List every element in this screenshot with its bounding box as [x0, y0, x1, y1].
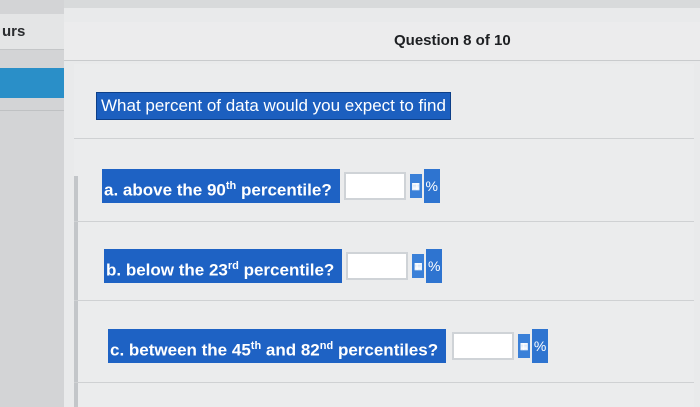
question-panel: What percent of data would you expect to…	[74, 64, 694, 407]
main-content: Question 8 of 10 What percent of data wo…	[64, 8, 700, 407]
part-c-unit: %	[532, 329, 549, 363]
question-counter: Question 8 of 10	[394, 32, 511, 49]
part-b-label: b. below the 23rd percentile?	[104, 249, 343, 283]
question-prompt: What percent of data would you expect to…	[96, 92, 451, 120]
part-b: b. below the 23rd percentile? ▦ %	[104, 249, 443, 283]
part-c: c. between the 45th and 82nd percentiles…	[108, 329, 549, 363]
part-a: a. above the 90th percentile? ▦ %	[102, 169, 440, 203]
sidebar-title: urs	[0, 14, 64, 50]
part-c-answer-input[interactable]	[452, 332, 515, 360]
sidebar: urs	[0, 0, 64, 407]
part-c-label: c. between the 45th and 82nd percentiles…	[108, 329, 447, 363]
divider	[74, 138, 694, 139]
divider	[74, 382, 694, 383]
math-input-icon[interactable]: ▦	[412, 254, 425, 278]
sidebar-divider	[0, 110, 64, 111]
sidebar-active-item[interactable]	[0, 68, 64, 98]
question-header: Question 8 of 10	[64, 22, 700, 61]
part-b-unit: %	[426, 249, 443, 283]
part-b-answer-input[interactable]	[346, 252, 409, 280]
part-a-label: a. above the 90th percentile?	[102, 169, 340, 203]
divider	[74, 300, 694, 301]
divider	[74, 221, 694, 222]
part-a-answer-input[interactable]	[343, 172, 406, 200]
math-input-icon[interactable]: ▦	[409, 174, 422, 198]
part-a-unit: %	[423, 169, 440, 203]
math-input-icon[interactable]: ▦	[518, 334, 531, 358]
panel-left-border	[74, 176, 78, 407]
